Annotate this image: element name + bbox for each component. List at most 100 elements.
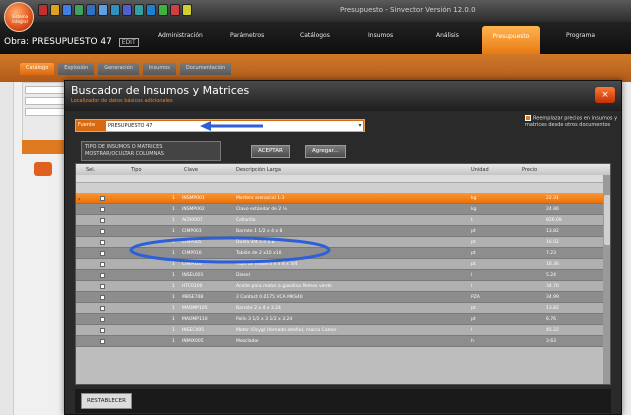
tab-documentacion[interactable]: Documentación: [179, 63, 232, 75]
table-row[interactable]: 1 MBSE708 2 Contact 0.0175 VCA MKS40 PZA…: [76, 292, 610, 303]
cell-precio: 16.02: [546, 240, 559, 245]
col-clave[interactable]: Clave: [184, 167, 198, 173]
menu-presupuesto[interactable]: Presupuesto: [482, 26, 540, 54]
tipo-box-line-1: TIPO DE INSUMOS O MATRICES: [85, 144, 163, 150]
row-checkbox[interactable]: [100, 339, 105, 344]
redo-icon[interactable]: [122, 4, 132, 16]
document-tag[interactable]: EDIT: [118, 38, 139, 47]
cell-descripcion: Cellarilla: [236, 218, 256, 223]
tab-catalogo[interactable]: Catálogo: [20, 63, 55, 75]
open-icon[interactable]: [50, 4, 60, 16]
menu-catalogos[interactable]: Catálogos: [300, 32, 330, 39]
annotation-arrow-icon: [200, 121, 263, 131]
main-menu-bar: Obra: PRESUPUESTO 47 EDIT Administración…: [0, 22, 631, 54]
replace-checkbox[interactable]: [525, 115, 531, 121]
undo-icon[interactable]: [110, 4, 120, 16]
cell-descripcion: Motor (Ocyg) (tomado alteño), marca Came…: [236, 328, 337, 333]
col-unidad[interactable]: Unidad: [471, 167, 489, 173]
save-icon[interactable]: [62, 4, 72, 16]
cell-clave: INSMP001: [182, 196, 205, 201]
col-tipo[interactable]: Tipo: [131, 167, 142, 173]
accept-button[interactable]: ACEPTAR: [251, 145, 290, 158]
cell-precio: 826.09: [546, 218, 562, 223]
tab-explosion[interactable]: Explosión: [58, 63, 95, 75]
scrollbar-thumb[interactable]: [604, 195, 610, 245]
heart-icon[interactable]: [170, 4, 180, 16]
app-window: Presupuesto - Sinvector Versión 12.0.0 S…: [0, 0, 631, 415]
row-checkbox[interactable]: [100, 273, 105, 278]
cell-clave: MBSE708: [182, 295, 204, 300]
add-button[interactable]: Agregar...: [305, 145, 346, 158]
cell-descripcion: Mortero arena/cal 1:3: [236, 196, 285, 201]
vertical-scrollbar[interactable]: [603, 175, 610, 384]
dialog-title: Buscador de Insumos y Matrices: [71, 84, 250, 97]
cell-tipo: 1: [172, 229, 175, 234]
row-checkbox[interactable]: [100, 284, 105, 289]
cell-unidad: l: [471, 284, 473, 289]
menu-insumos[interactable]: Insumos: [368, 32, 393, 39]
menu-analisis[interactable]: Análisis: [436, 32, 459, 39]
table-row[interactable]: 1 MAOMP110 Polín 3 1/2 x 3 1/2 x 3.24 pt…: [76, 314, 610, 325]
cell-descripcion: Barrote 1 1/2 x 4 x 8: [236, 229, 283, 234]
table-row[interactable]: 1 INMIX005 Mezclador h 3.63: [76, 336, 610, 347]
print-icon[interactable]: [74, 4, 84, 16]
fuente-label: Fuente: [78, 122, 96, 128]
row-checkbox[interactable]: [100, 196, 105, 201]
menu-programa[interactable]: Programa: [566, 32, 595, 39]
row-checkbox[interactable]: [100, 328, 105, 333]
col-descripcion[interactable]: Descripción Larga: [236, 167, 281, 173]
row-checkbox[interactable]: [100, 306, 105, 311]
table-row[interactable]: 1 INSMP002 Clavo estándar de 2 ½ kg 24.8…: [76, 204, 610, 215]
annotation-ellipse-icon: [129, 236, 331, 264]
row-checkbox[interactable]: [100, 207, 105, 212]
cell-tipo: 1: [172, 306, 175, 311]
cell-unidad: pt: [471, 251, 476, 256]
table-row[interactable]: 1 ACR0007 Cellarilla t 826.09: [76, 215, 610, 226]
row-checkbox[interactable]: [100, 317, 105, 322]
menu-administracion[interactable]: Administración: [158, 32, 203, 39]
cell-precio: 24.86: [546, 207, 559, 212]
check-icon[interactable]: [158, 4, 168, 16]
col-sel[interactable]: Sel.: [86, 167, 95, 173]
cell-unidad: l: [471, 273, 473, 278]
copy-icon[interactable]: [86, 4, 96, 16]
search-icon[interactable]: [146, 4, 156, 16]
cell-precio: 45.22: [546, 328, 559, 333]
cell-unidad: pt: [471, 317, 476, 322]
cell-tipo: 1: [172, 196, 175, 201]
paste-icon[interactable]: [98, 4, 108, 16]
table-row[interactable]: 1 HTC0100 Aceite para motor a gasolina P…: [76, 281, 610, 292]
filter-row[interactable]: [76, 175, 610, 183]
reset-button[interactable]: RESTABLECER: [81, 393, 132, 409]
table-row[interactable]: 1 MAOMP105 Barrote 2 x 4 x 3.24 pt 13.82: [76, 303, 610, 314]
results-grid: Sel. Tipo Clave Descripción Larga Unidad…: [75, 163, 611, 385]
tab-insumos[interactable]: Insumos: [142, 63, 176, 75]
background-field: [25, 108, 69, 116]
table-row[interactable]: 1 INSEL001 Diesel l 5.24: [76, 270, 610, 281]
calc-icon[interactable]: [134, 4, 144, 16]
table-row[interactable]: › 1 INSMP001 Mortero arena/cal 1:3 kg 22…: [76, 193, 610, 204]
row-checkbox[interactable]: [100, 229, 105, 234]
row-checkbox[interactable]: [100, 295, 105, 300]
replace-prices-option[interactable]: Reemplazar precios en insumos y matrices…: [525, 115, 621, 128]
wizard-icon[interactable]: [182, 4, 192, 16]
row-checkbox[interactable]: [100, 251, 105, 256]
tab-generacion[interactable]: Generación: [98, 63, 139, 75]
col-precio[interactable]: Precio: [522, 167, 537, 173]
cell-tipo: 1: [172, 339, 175, 344]
row-checkbox[interactable]: [100, 262, 105, 267]
table-row[interactable]: 1 INSEC005 Motor (Ocyg) (tomado alteño),…: [76, 325, 610, 336]
left-panel: [0, 82, 14, 415]
chevron-down-icon[interactable]: ▾: [356, 121, 364, 131]
quick-access-toolbar: [38, 4, 192, 18]
app-logo[interactable]: Sistema Integral: [4, 2, 34, 32]
tipo-column-toggle[interactable]: TIPO DE INSUMOS O MATRICES MOSTRAR/OCULT…: [81, 141, 221, 161]
close-icon[interactable]: [38, 4, 48, 16]
close-button[interactable]: ×: [595, 87, 615, 103]
cell-clave: MAOMP110: [182, 317, 208, 322]
menu-parametros[interactable]: Parámetros: [230, 32, 264, 39]
row-checkbox[interactable]: [100, 240, 105, 245]
cell-precio: 34.70: [546, 284, 559, 289]
background-icon: [34, 162, 52, 176]
row-checkbox[interactable]: [100, 218, 105, 223]
